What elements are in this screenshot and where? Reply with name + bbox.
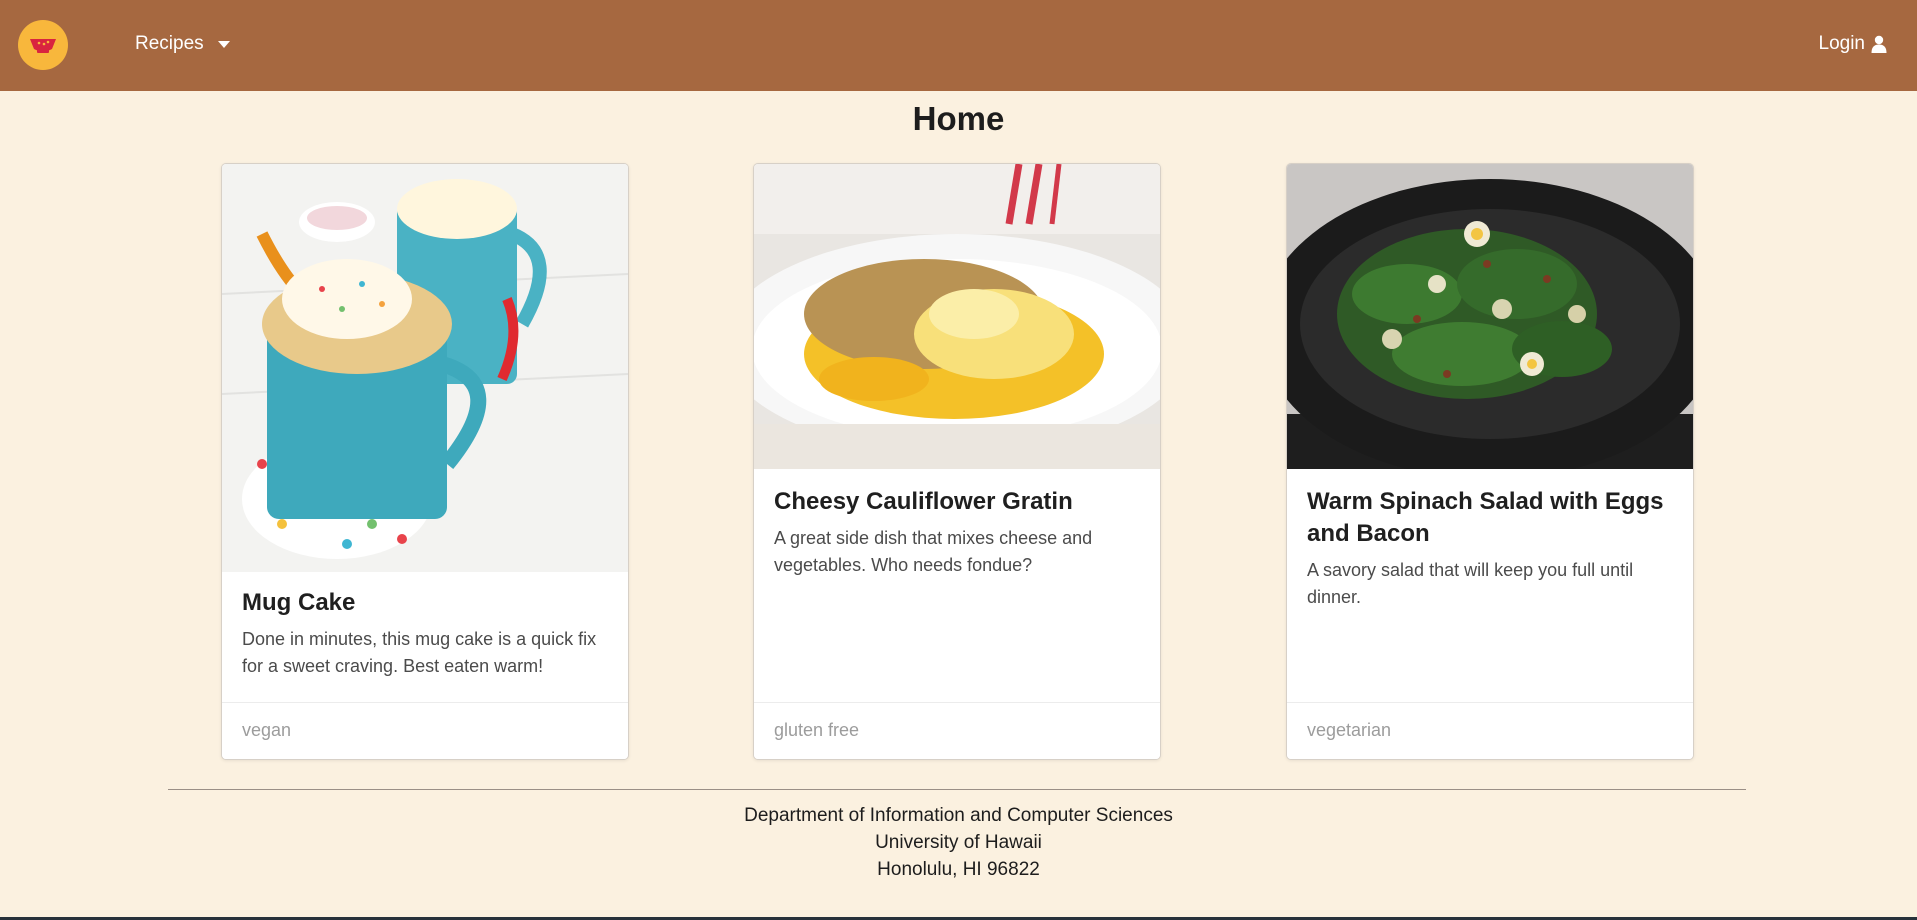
site-footer: Department of Information and Computer S… xyxy=(0,802,1917,883)
card-description: A great side dish that mixes cheese and … xyxy=(774,528,1093,575)
caret-down-icon xyxy=(217,40,230,48)
card-footer: gluten free xyxy=(754,702,1160,759)
footer-divider xyxy=(168,789,1746,790)
recipe-card-spinach-salad[interactable]: Warm Spinach Salad with Eggs and Bacon A… xyxy=(1286,163,1694,760)
recipes-dropdown-label: Recipes xyxy=(135,33,204,54)
recipe-card-cauliflower-gratin[interactable]: Cheesy Cauliflower Gratin A great side d… xyxy=(753,163,1161,760)
bowl-logo-icon[interactable] xyxy=(18,20,68,70)
diet-tag: gluten free xyxy=(774,720,860,740)
footer-university: University of Hawaii xyxy=(875,832,1042,853)
card-description: Done in minutes, this mug cake is a quic… xyxy=(242,629,597,676)
footer-department: Department of Information and Computer S… xyxy=(744,805,1173,826)
user-icon xyxy=(1871,35,1887,53)
card-title[interactable]: Mug Cake xyxy=(242,587,608,619)
footer-address: Honolulu, HI 96822 xyxy=(877,859,1040,880)
card-description: A savory salad that will keep you full u… xyxy=(1307,560,1634,607)
navbar: Recipes Login xyxy=(0,0,1917,91)
diet-tag: vegetarian xyxy=(1307,720,1392,740)
card-footer: vegetarian xyxy=(1287,702,1693,759)
login-label: Login xyxy=(1818,33,1866,54)
card-footer: vegan xyxy=(222,702,628,759)
mug-cake-image xyxy=(222,164,628,572)
diet-tag: vegan xyxy=(242,720,292,740)
card-title[interactable]: Cheesy Cauliflower Gratin xyxy=(774,486,1140,518)
recipes-dropdown[interactable]: Recipes xyxy=(135,33,230,55)
page-title: Home xyxy=(912,100,1005,137)
card-title[interactable]: Warm Spinach Salad with Eggs and Bacon xyxy=(1307,486,1673,550)
spinach-salad-image xyxy=(1287,164,1693,469)
cauliflower-gratin-image xyxy=(754,164,1160,469)
recipe-card-mug-cake[interactable]: Mug Cake Done in minutes, this mug cake … xyxy=(221,163,629,760)
login-button[interactable]: Login xyxy=(1819,33,1888,55)
